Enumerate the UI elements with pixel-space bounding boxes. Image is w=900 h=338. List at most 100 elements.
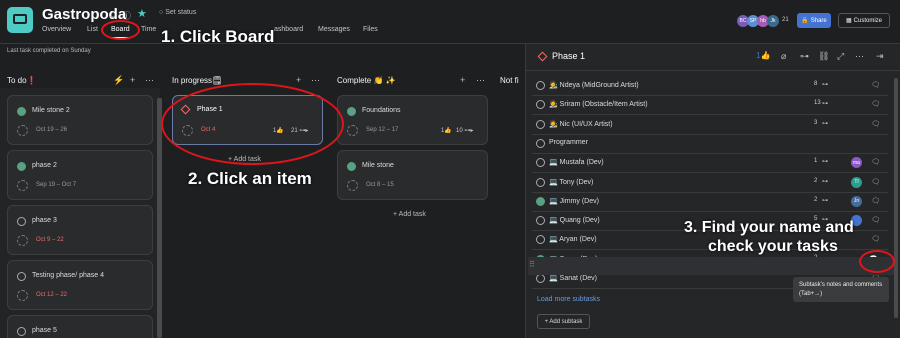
check-icon[interactable] — [536, 235, 545, 245]
subtask-name[interactable]: 💻 Tony (Dev) — [549, 178, 593, 186]
check-icon[interactable] — [347, 162, 356, 171]
task-card[interactable]: Testing phase/ phase 4 Oct 12 – 22 — [7, 260, 153, 310]
tab-files[interactable]: Files — [363, 26, 378, 33]
check-icon[interactable] — [17, 162, 26, 171]
task-card[interactable]: phase 3 Oct 9 – 22 — [7, 205, 153, 255]
column-todo-title[interactable]: To do❗ — [7, 76, 37, 85]
subtask-row[interactable]: 🧑‍🎨 Sriram (Obstacle/Item Artist) 13 ⊶ 🗨 — [532, 97, 888, 116]
lightning-icon[interactable]: ⚡ — [113, 75, 124, 86]
member-count[interactable]: 21 — [782, 17, 789, 23]
comment-icon[interactable]: 🗨 — [871, 100, 880, 108]
assignee-avatar[interactable]: ma — [851, 157, 862, 169]
add-task-button[interactable]: + Add task — [393, 211, 426, 218]
assignee-avatar[interactable]: Tl — [851, 176, 862, 188]
like-button[interactable]: 1👍 — [756, 51, 770, 60]
comment-icon[interactable]: 🗨 — [871, 158, 880, 166]
subtask-count[interactable]: 8 — [814, 81, 817, 87]
subtask-row[interactable]: 🧑‍🎨 Ndeya (MidGround Artist) 8 ⊶ 🗨 — [532, 78, 888, 96]
task-card[interactable]: Foundations Sep 12 – 17 1👍 10 ⊶▸ — [337, 95, 488, 145]
subtask-name[interactable]: 💻 Sanat (Dev) — [549, 274, 597, 282]
check-icon[interactable] — [536, 158, 545, 168]
assignee-icon[interactable] — [17, 235, 28, 246]
star-icon[interactable]: ★ — [137, 7, 147, 20]
task-card[interactable]: Mile stone 2 Oct 19 – 26 — [7, 95, 153, 145]
subtask-icon[interactable]: ⊶ — [800, 51, 809, 62]
assignee-icon[interactable] — [347, 125, 358, 136]
check-icon[interactable] — [536, 274, 545, 283]
comment-icon[interactable]: 🗨 — [871, 120, 880, 128]
check-icon[interactable] — [347, 107, 356, 116]
tab-overview[interactable]: Overview — [42, 26, 71, 33]
check-icon[interactable] — [536, 177, 545, 187]
check-icon[interactable] — [17, 272, 26, 281]
tab-dashboard[interactable]: ashboard — [274, 26, 303, 33]
check-icon[interactable] — [536, 81, 545, 90]
subtask-name[interactable]: 💻 Aryan (Dev) — [549, 235, 597, 243]
subtask-count[interactable]: 2 — [814, 197, 817, 203]
subtask-name[interactable]: 🧑‍🎨 Ndeya (MidGround Artist) — [549, 81, 639, 89]
task-card[interactable]: phase 5 — [7, 315, 153, 338]
subtask-name[interactable]: 💻 Jimmy (Dev) — [549, 197, 599, 205]
subtask-row[interactable]: 💻 Jimmy (Dev) 2 ⊶ Jn 🗨 — [532, 194, 888, 212]
check-icon[interactable] — [17, 217, 26, 226]
subtask-name[interactable]: 💻 Quang (Dev) — [549, 216, 600, 224]
add-column-task-icon[interactable]: + — [130, 75, 135, 85]
subtask-count[interactable]: 3 — [814, 120, 817, 126]
assignee-avatar[interactable]: Jn — [851, 195, 862, 207]
set-status-button[interactable]: ○ Set status — [159, 9, 196, 16]
customize-button[interactable]: ▦ Customize — [838, 13, 890, 28]
tab-messages[interactable]: Messages — [318, 26, 350, 33]
comment-icon[interactable]: 🗨 — [871, 235, 880, 243]
subtask-name[interactable]: 💻 Mustafa (Dev) — [549, 158, 604, 166]
column-inprogress-title[interactable]: In progress🗒 — [172, 76, 222, 85]
column-more-icon[interactable]: ⋯ — [476, 75, 485, 86]
comment-icon[interactable]: 🗨 — [871, 178, 880, 186]
subtask-name[interactable]: Programmer — [549, 139, 588, 146]
task-card[interactable]: Mile stone Oct 8 – 15 — [337, 150, 488, 200]
subtask-count[interactable]: 10 ⊶▸ — [456, 127, 473, 134]
subtask-row[interactable]: 💻 Mustafa (Dev) 1 ⊶ ma 🗨 — [532, 155, 888, 174]
check-icon[interactable] — [536, 216, 545, 226]
section-header-row[interactable]: Programmer — [532, 136, 888, 154]
check-icon[interactable] — [536, 100, 545, 110]
tab-timeline[interactable]: Time — [141, 26, 156, 33]
check-icon[interactable] — [17, 107, 26, 116]
check-icon[interactable] — [536, 196, 545, 206]
avatar[interactable]: Jk — [767, 15, 779, 27]
check-icon[interactable] — [536, 138, 545, 148]
panel-scrollbar[interactable] — [894, 78, 898, 318]
subtask-name[interactable]: 🧑‍🎨 Sriram (Obstacle/Item Artist) — [549, 100, 648, 108]
more-icon[interactable]: ⋯ — [855, 51, 864, 62]
likes-count[interactable]: 1👍 — [441, 127, 452, 134]
add-column-task-icon[interactable]: + — [460, 75, 465, 85]
subtask-name[interactable]: 🧑‍🎨 Nic (UI/UX Artist) — [549, 120, 613, 128]
column-complete-title[interactable]: Complete 👏 ✨ — [337, 76, 396, 85]
close-panel-icon[interactable]: ⇥ — [876, 51, 884, 62]
assignee-icon[interactable] — [347, 180, 358, 191]
subtask-count[interactable]: 1 — [814, 158, 817, 164]
add-column-task-icon[interactable]: + — [296, 75, 301, 85]
check-icon[interactable] — [536, 119, 545, 129]
add-subtask-button[interactable]: + Add subtask — [537, 314, 590, 329]
assignee-icon[interactable] — [17, 290, 28, 301]
chevron-down-icon[interactable]: ⌄ — [108, 10, 116, 21]
comment-icon[interactable]: 🗨 — [871, 81, 880, 89]
subtask-count[interactable]: 13 — [814, 100, 821, 106]
share-button[interactable]: 🔒 Share — [797, 13, 831, 28]
check-icon[interactable] — [17, 327, 26, 336]
task-card[interactable]: phase 2 Sep 19 – Oct 7 — [7, 150, 153, 200]
subtask-count[interactable]: 2 — [814, 178, 817, 184]
expand-icon[interactable]: ⤢ — [837, 51, 844, 62]
comment-icon[interactable]: 🗨 — [871, 216, 880, 224]
link-icon[interactable]: ⛓ — [818, 51, 829, 62]
assignee-icon[interactable] — [17, 125, 28, 136]
drag-handle-icon[interactable]: ⠿ — [529, 260, 535, 269]
attachment-icon[interactable]: ⌀ — [781, 51, 786, 62]
load-more-subtasks-link[interactable]: Load more subtasks — [537, 296, 600, 303]
subtask-row[interactable]: 🧑‍🎨 Nic (UI/UX Artist) 3 ⊶ 🗨 — [532, 117, 888, 135]
tab-list[interactable]: List — [87, 26, 98, 33]
assignee-icon[interactable] — [17, 180, 28, 191]
column-notfinished-title[interactable]: Not fi — [500, 76, 519, 85]
comment-icon[interactable]: 🗨 — [871, 197, 880, 205]
column-more-icon[interactable]: ⋯ — [311, 75, 320, 86]
